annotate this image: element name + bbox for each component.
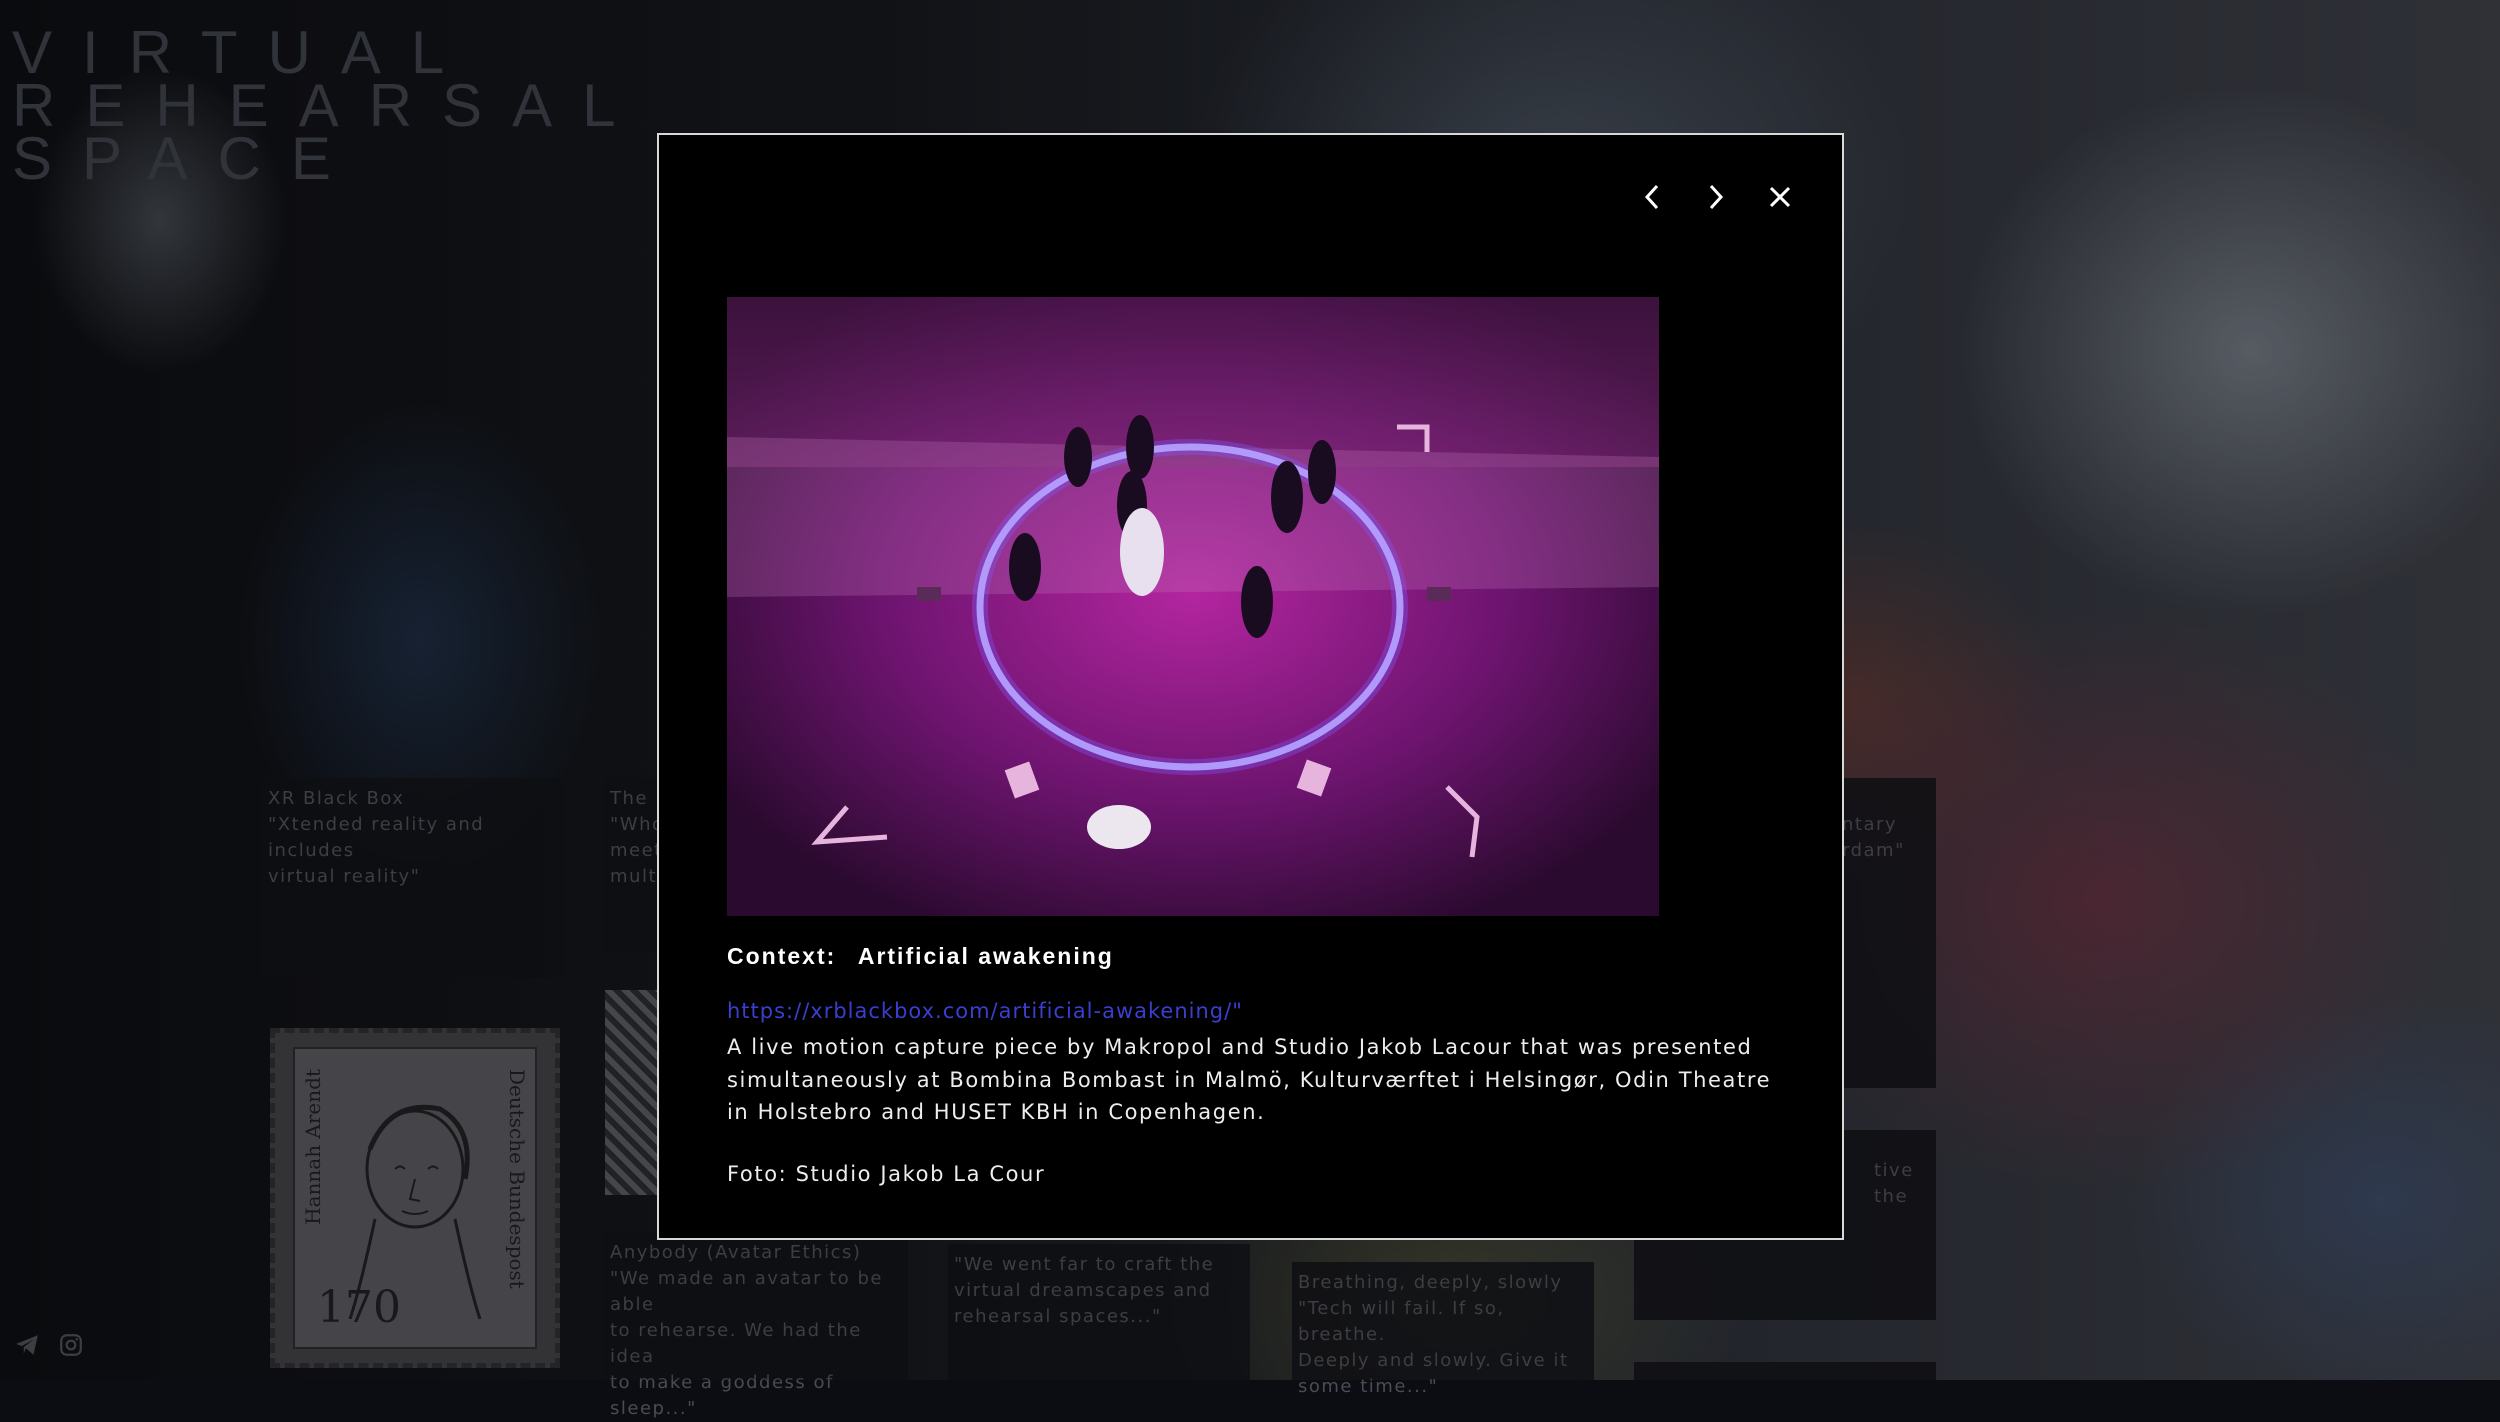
context-value: Artificial awakening — [857, 943, 1114, 969]
close-button[interactable] — [1758, 175, 1802, 219]
close-icon — [1769, 186, 1791, 208]
stage-scene — [727, 297, 1659, 916]
chevron-left-icon — [1644, 184, 1659, 210]
photo-credit: Foto: Studio Jakob La Cour — [727, 1162, 1046, 1186]
context-line: Context: Artificial awakening — [727, 943, 1114, 970]
chevron-right-icon — [1709, 184, 1724, 210]
context-label: Context: — [727, 943, 837, 969]
project-link[interactable]: https://xrblackbox.com/artificial-awaken… — [727, 999, 1243, 1023]
project-description: A live motion capture piece by Makropol … — [727, 1035, 1772, 1124]
next-button[interactable] — [1694, 175, 1738, 219]
modal-controls — [1630, 175, 1802, 219]
lightbox-modal: Context: Artificial awakening https://xr… — [657, 133, 1844, 1240]
artwork-photo — [727, 297, 1659, 916]
prev-button[interactable] — [1630, 175, 1674, 219]
